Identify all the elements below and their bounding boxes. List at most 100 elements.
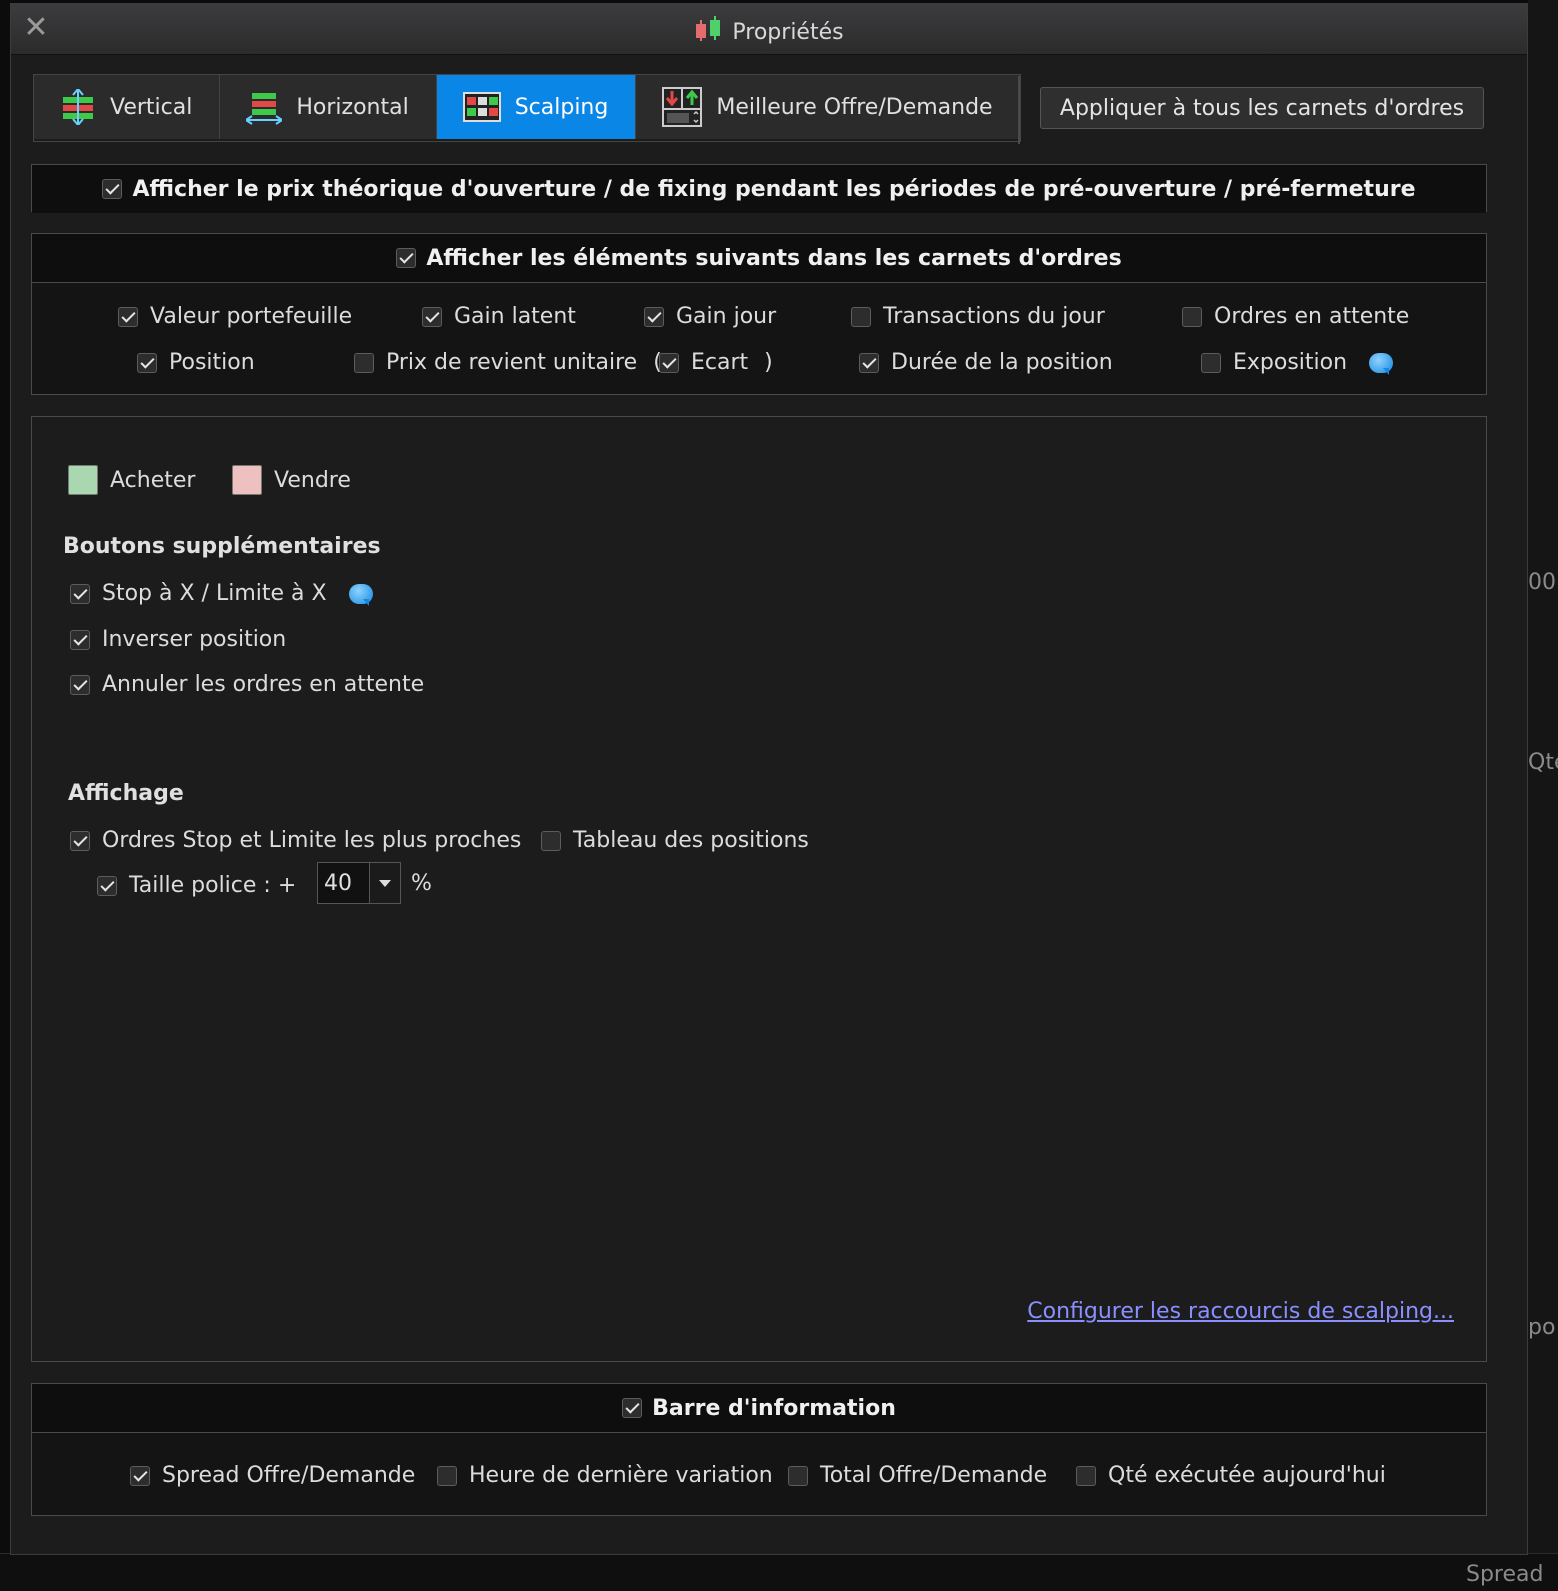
tab-vertical[interactable]: Vertical [34, 75, 221, 139]
info-bar-checkbox[interactable] [622, 1398, 643, 1418]
close-paren: ) [764, 350, 773, 375]
option-last-change-time[interactable]: Heure de dernière variation [437, 1463, 773, 1488]
background-toolbar: Spread [0, 1553, 1558, 1591]
option-day-gain[interactable]: Gain jour [644, 304, 776, 329]
info-bar-option[interactable]: Barre d'information [32, 1384, 1486, 1433]
stop-limit-label: Stop à X / Limite à X [102, 581, 327, 606]
nearest-orders-checkbox[interactable] [70, 830, 90, 851]
bg-label-spread: Spread [1466, 1562, 1544, 1587]
unrealized-gain-label: Gain latent [454, 304, 576, 329]
total-bid-ask-checkbox[interactable] [788, 1465, 808, 1486]
font-size-combobox[interactable]: 40 [317, 862, 401, 904]
bid-ask-spread-label: Spread Offre/Demande [162, 1463, 416, 1488]
portfolio-value-checkbox[interactable] [118, 306, 138, 327]
orderbook-elements-option[interactable]: Afficher les éléments suivants dans les … [32, 234, 1486, 283]
bg-label-po: po [1528, 1315, 1556, 1340]
toolbar-separator [1018, 76, 1020, 144]
tab-vertical-label: Vertical [110, 94, 193, 120]
option-total-bid-ask[interactable]: Total Offre/Demande [788, 1463, 1047, 1488]
tab-best-bid-ask-label: Meilleure Offre/Demande [716, 94, 993, 120]
option-spread[interactable]: Ecart ) [659, 350, 773, 375]
unrealized-gain-checkbox[interactable] [422, 306, 442, 327]
dialog-title: Propriétés [11, 16, 1527, 48]
spread-checkbox[interactable] [659, 352, 679, 373]
reverse-position-checkbox[interactable] [70, 629, 90, 650]
cancel-orders-checkbox[interactable] [70, 674, 90, 695]
reverse-position-label: Inverser position [102, 627, 287, 652]
cancel-orders-label: Annuler les ordres en attente [102, 672, 425, 697]
font-size-unit: % [411, 871, 432, 896]
day-gain-label: Gain jour [676, 304, 777, 329]
option-position[interactable]: Position [137, 350, 255, 375]
theoretical-price-option[interactable]: Afficher le prix théorique d'ouverture /… [32, 165, 1486, 213]
option-stop-limit[interactable]: Stop à X / Limite à X [70, 581, 373, 606]
option-qty-today[interactable]: Qté exécutée aujourd'hui [1076, 1463, 1386, 1488]
scalping-shortcuts-link[interactable]: Configurer les raccourcis de scalping... [1027, 1299, 1454, 1324]
option-unit-cost[interactable]: Prix de revient unitaire ( [354, 350, 662, 375]
bid-ask-spread-checkbox[interactable] [130, 1465, 150, 1486]
dialog-title-text: Propriétés [732, 20, 844, 45]
position-duration-label: Durée de la position [891, 350, 1113, 375]
tab-horizontal[interactable]: Horizontal [220, 75, 437, 139]
title-bar[interactable]: ✕ Propriétés [11, 4, 1527, 55]
option-cancel-orders[interactable]: Annuler les ordres en attente [70, 672, 424, 697]
stop-limit-checkbox[interactable] [70, 583, 90, 604]
tab-scalping[interactable]: Scalping [436, 75, 637, 139]
buy-color-swatch[interactable] [68, 465, 98, 495]
theoretical-price-label: Afficher le prix théorique d'ouverture /… [132, 176, 1416, 202]
option-position-duration[interactable]: Durée de la position [859, 350, 1113, 375]
position-duration-checkbox[interactable] [859, 352, 879, 373]
day-gain-checkbox[interactable] [644, 306, 664, 327]
background-app-panel: 00 Qte po [1528, 0, 1558, 1590]
spread-label: Ecart [691, 350, 749, 375]
unit-cost-label: Prix de revient unitaire [386, 350, 638, 375]
unit-cost-checkbox[interactable] [354, 352, 374, 373]
theoretical-price-checkbox[interactable] [102, 179, 123, 199]
buy-color-option[interactable]: Acheter [68, 465, 195, 495]
option-bid-ask-spread[interactable]: Spread Offre/Demande [130, 1463, 415, 1488]
option-unrealized-gain[interactable]: Gain latent [422, 304, 576, 329]
exposure-checkbox[interactable] [1201, 352, 1221, 373]
chevron-down-icon[interactable] [369, 863, 400, 903]
sell-color-option[interactable]: Vendre [232, 465, 351, 495]
option-portfolio-value[interactable]: Valeur portefeuille [118, 304, 352, 329]
option-font-size[interactable]: Taille police : + [97, 873, 296, 898]
day-transactions-checkbox[interactable] [851, 306, 871, 327]
info-bubble-icon[interactable] [348, 583, 373, 606]
tab-best-bid-ask[interactable]: Meilleure Offre/Demande [636, 75, 1020, 139]
font-size-checkbox[interactable] [97, 875, 117, 896]
option-exposure[interactable]: Exposition [1201, 350, 1394, 375]
positions-table-checkbox[interactable] [541, 830, 561, 851]
position-label: Position [169, 350, 255, 375]
last-change-time-checkbox[interactable] [437, 1465, 457, 1486]
bg-label-00: 00 [1528, 570, 1556, 595]
sell-color-swatch[interactable] [232, 465, 262, 495]
scalping-settings-panel: Acheter Vendre Boutons supplémentaires S… [31, 416, 1487, 1362]
font-size-value[interactable]: 40 [318, 863, 369, 903]
info-bubble-icon[interactable] [1369, 352, 1394, 375]
last-change-time-label: Heure de dernière variation [469, 1463, 773, 1488]
option-nearest-orders[interactable]: Ordres Stop et Limite les plus proches [70, 828, 521, 853]
option-pending-orders[interactable]: Ordres en attente [1182, 304, 1409, 329]
tab-scalping-label: Scalping [514, 94, 609, 120]
orderbook-elements-panel: Afficher les éléments suivants dans les … [31, 233, 1487, 395]
font-size-label: Taille police : + [129, 873, 297, 898]
best-bid-ask-icon [662, 87, 703, 127]
option-reverse-position[interactable]: Inverser position [70, 627, 286, 652]
pending-orders-checkbox[interactable] [1182, 306, 1202, 327]
buy-label: Acheter [110, 467, 196, 493]
candlestick-icon [694, 16, 724, 48]
info-bar-panel: Barre d'information Spread Offre/Demande… [31, 1383, 1487, 1516]
option-day-transactions[interactable]: Transactions du jour [851, 304, 1105, 329]
qty-today-checkbox[interactable] [1076, 1465, 1096, 1486]
total-bid-ask-label: Total Offre/Demande [820, 1463, 1048, 1488]
day-transactions-label: Transactions du jour [883, 304, 1105, 329]
theoretical-price-panel: Afficher le prix théorique d'ouverture /… [31, 164, 1487, 213]
apply-to-all-button[interactable]: Appliquer à tous les carnets d'ordres [1040, 87, 1484, 129]
orderbook-elements-checkbox[interactable] [396, 248, 417, 268]
nearest-orders-label: Ordres Stop et Limite les plus proches [102, 828, 522, 853]
bg-label-qte: Qte [1528, 750, 1558, 775]
info-bar-label: Barre d'information [652, 1395, 896, 1421]
position-checkbox[interactable] [137, 352, 157, 373]
option-positions-table[interactable]: Tableau des positions [541, 828, 809, 853]
